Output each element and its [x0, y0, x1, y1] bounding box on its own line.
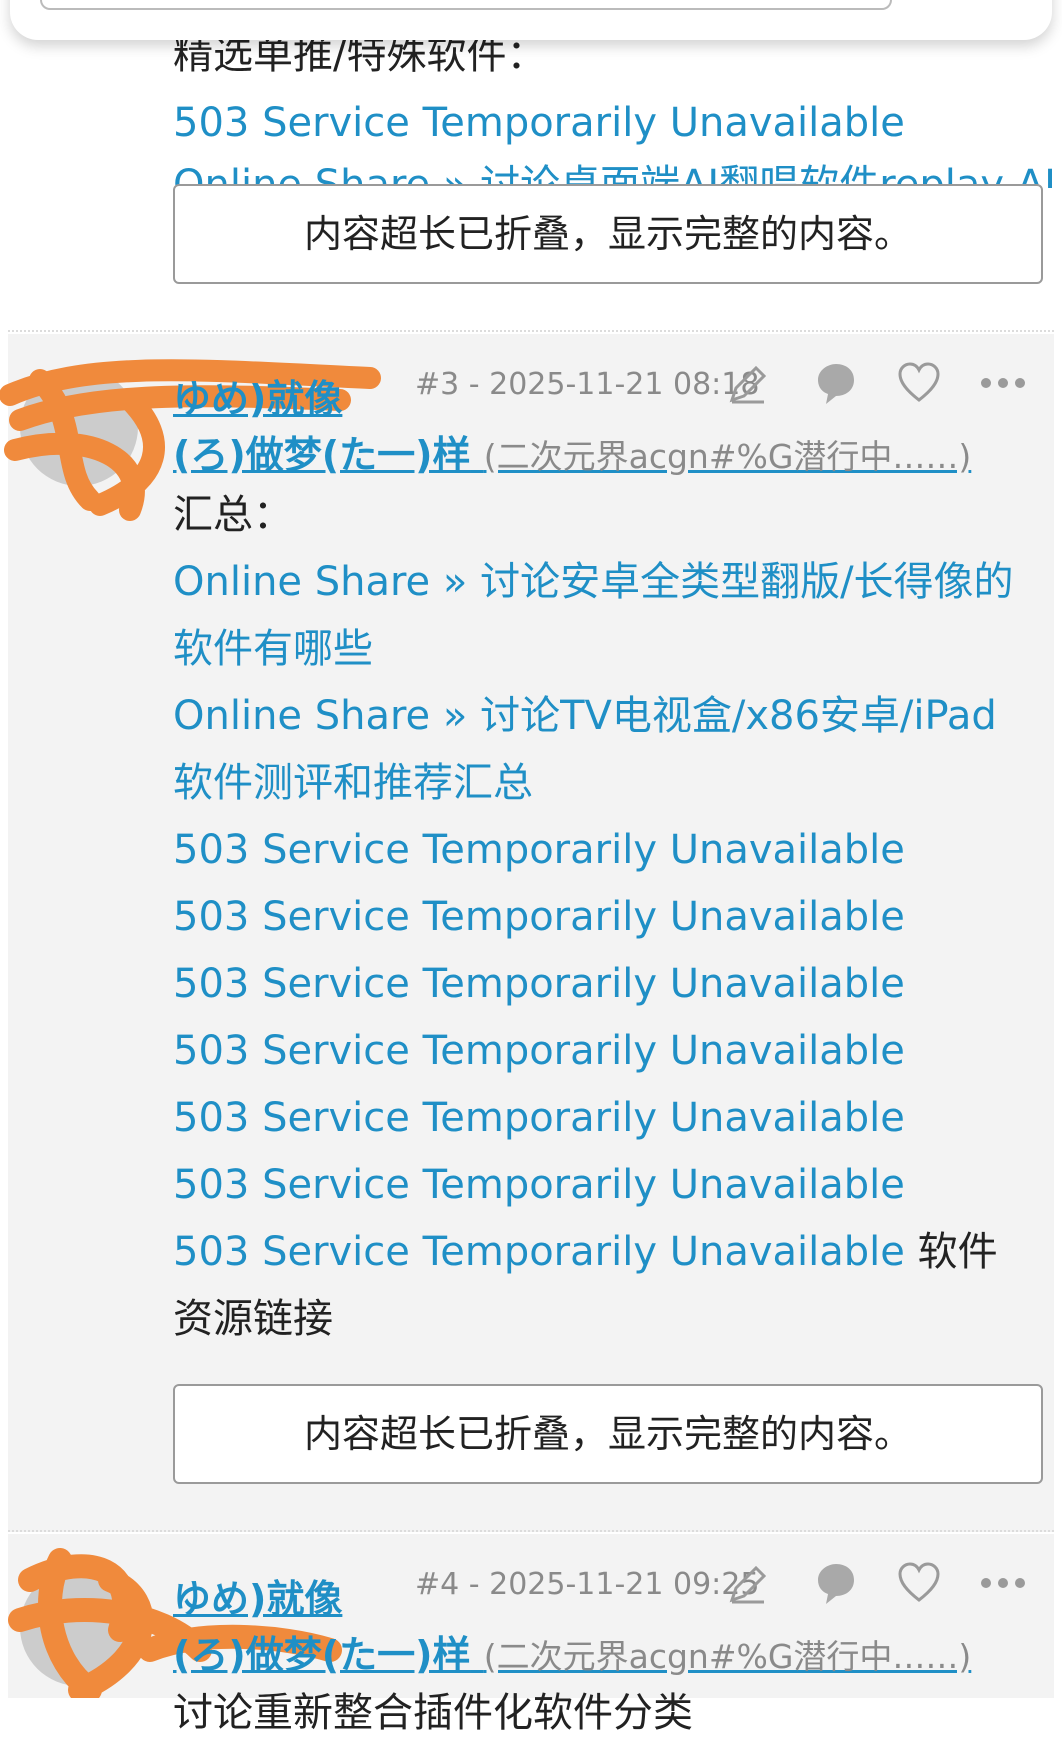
post-link[interactable]: 503 Service Temporarily Unavailable	[173, 884, 905, 950]
post-link[interactable]: 503 Service Temporarily Unavailable	[173, 1229, 905, 1275]
pencil-icon[interactable]	[724, 1562, 770, 1608]
post-link[interactable]: 503 Service Temporarily Unavailable	[173, 1152, 905, 1218]
comment-icon[interactable]	[812, 1560, 860, 1608]
post-link[interactable]: 503 Service Temporarily Unavailable	[173, 817, 905, 883]
search-input[interactable]	[40, 0, 892, 10]
post-link[interactable]: Online Share » 讨论安卓全类型翻版/长得像的软件有哪些	[173, 549, 1033, 683]
post-text: 讨论重新整合插件化软件分类	[173, 1690, 693, 1736]
more-icon[interactable]	[980, 376, 1026, 390]
username-text[interactable]: (ろ)做梦(た一)样	[173, 433, 470, 477]
post-link[interactable]: 503 Service Temporarily Unavailable	[173, 951, 905, 1017]
user-signature: (二次元界acgn#%G潜行中……)	[483, 437, 972, 476]
username-text[interactable]: (ろ)做梦(た一)样	[173, 1633, 470, 1677]
user-signature: (二次元界acgn#%G潜行中……)	[483, 1637, 972, 1676]
username[interactable]: ゆめ)就像	[173, 368, 342, 423]
post-last-line: 503 Service Temporarily Unavailable 软件资源…	[173, 1219, 1033, 1353]
post-link[interactable]: 503 Service Temporarily Unavailable	[173, 1085, 905, 1151]
username[interactable]: ゆめ)就像	[173, 1568, 342, 1623]
heart-icon[interactable]	[896, 1560, 942, 1606]
post-meta: #3 - 2025-11-21 08:18	[415, 367, 760, 402]
comment-icon[interactable]	[812, 360, 860, 408]
top-toolbar: 顺序	[10, 0, 1052, 40]
username-line2[interactable]: (ろ)做梦(た一)样 (二次元界acgn#%G潜行中……)	[173, 424, 971, 479]
post-link[interactable]: Online Share » 讨论TV电视盒/x86安卓/iPad软件测评和推荐…	[173, 683, 1033, 817]
post-link[interactable]: 503 Service Temporarily Unavailable	[173, 1018, 905, 1084]
pencil-icon[interactable]	[724, 362, 770, 408]
heart-icon[interactable]	[896, 360, 942, 406]
more-icon[interactable]	[980, 1576, 1026, 1590]
post-meta: #4 - 2025-11-21 09:25	[415, 1567, 760, 1602]
expand-content-button[interactable]: 内容超长已折叠，显示完整的内容。	[173, 1384, 1043, 1484]
username-line2[interactable]: (ろ)做梦(た一)样 (二次元界acgn#%G潜行中……)	[173, 1624, 971, 1679]
post-text: 汇总：	[173, 492, 293, 538]
